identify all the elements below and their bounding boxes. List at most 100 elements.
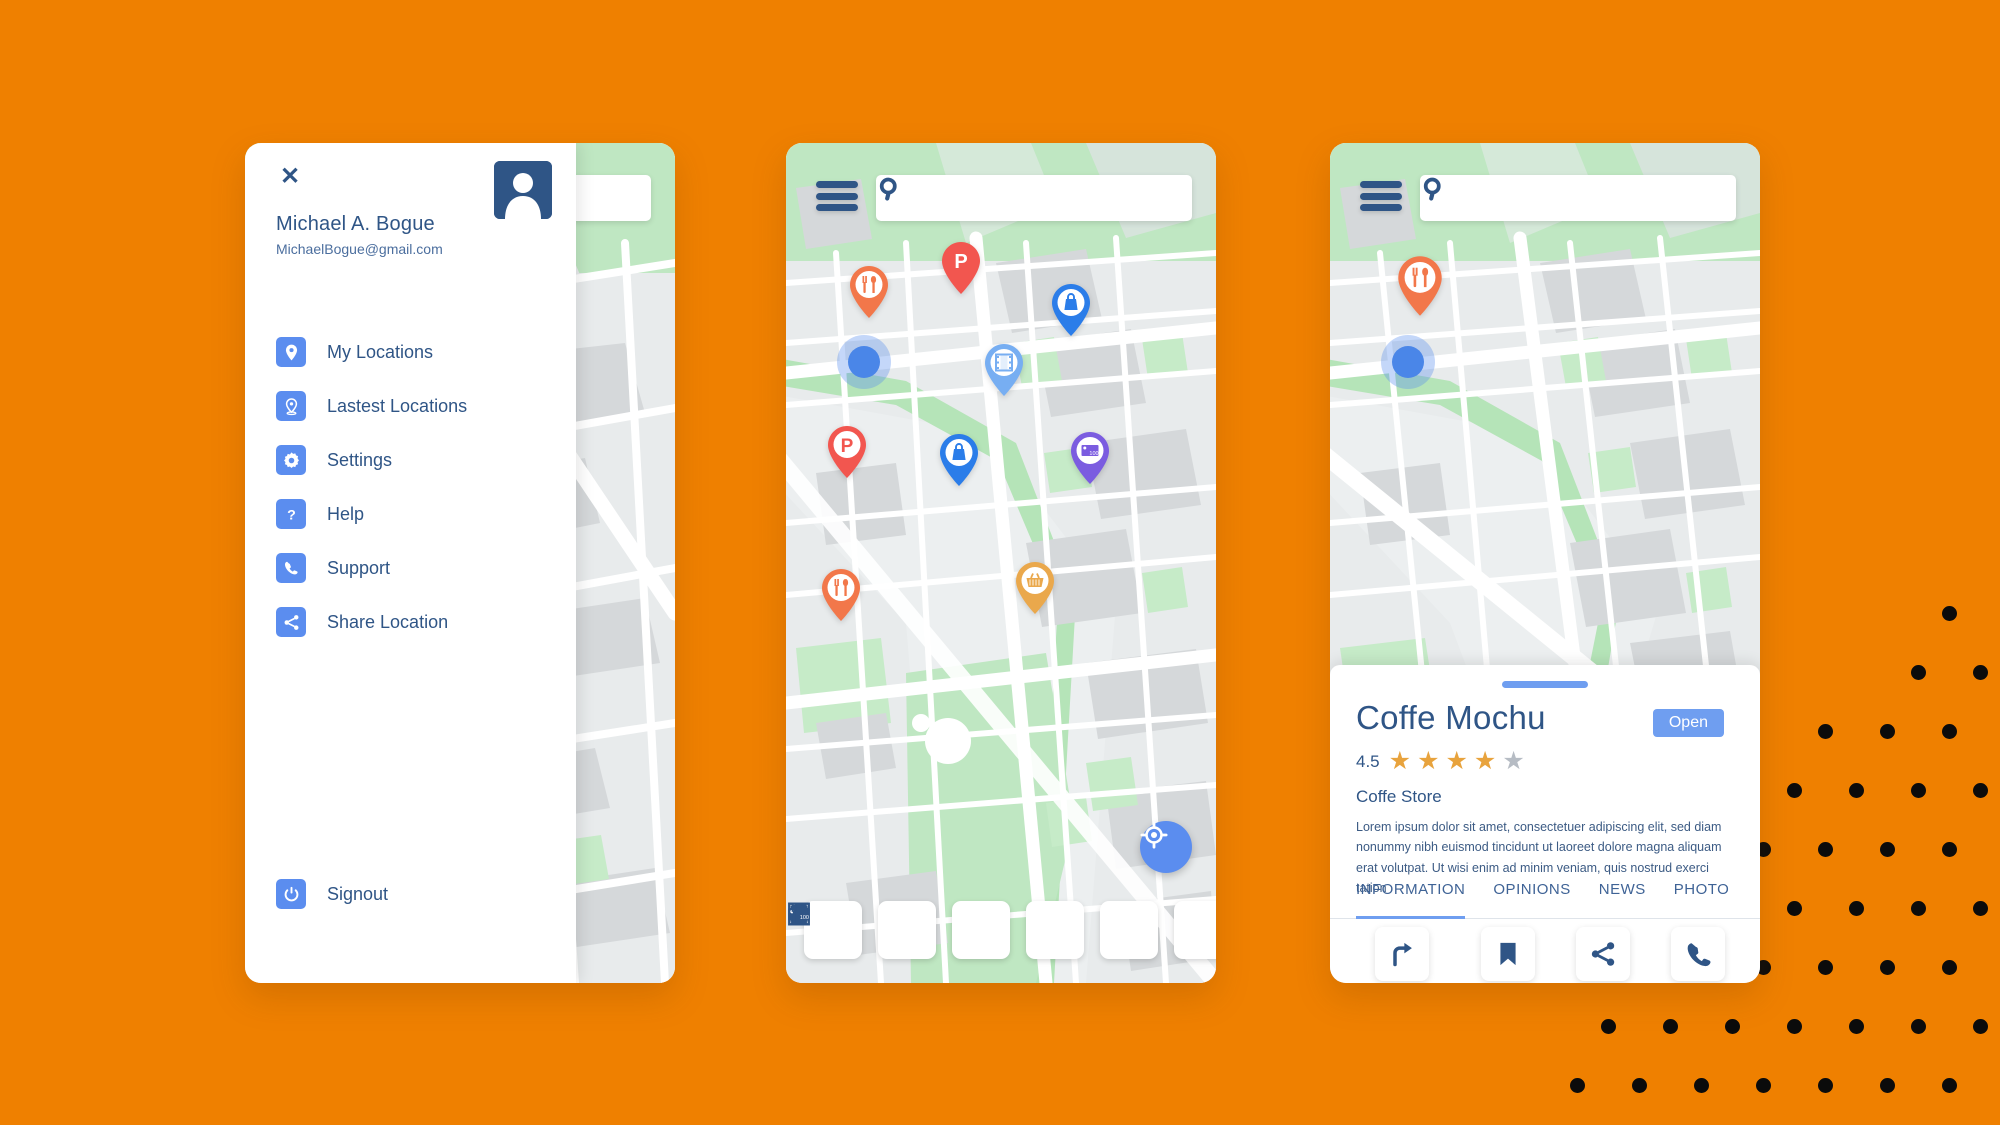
location-pin-icon — [276, 337, 306, 367]
category-button-parking[interactable]: P — [791, 901, 1084, 959]
sidebar-item-label: Help — [327, 503, 365, 524]
user-avatar-icon — [494, 161, 552, 219]
navigation-drawer: ✕ Michael A. Bogue MichaelBogue@gmail.co… — [245, 143, 576, 983]
page-title: Coffe Mochu — [1356, 699, 1546, 736]
category-button-more[interactable] — [791, 901, 1216, 959]
avatar[interactable] — [494, 161, 552, 219]
rating-row: 4.5 ★ ★ ★ ★ ★ — [1356, 749, 1525, 774]
decorative-dot — [1880, 960, 1895, 975]
decorative-dot — [1942, 724, 1957, 739]
map-canvas-2[interactable]: P P 100 100 — [786, 143, 1216, 983]
search-bar-3[interactable] — [1420, 175, 1736, 221]
decorative-dot — [1725, 1019, 1740, 1034]
decorative-dot — [1973, 665, 1988, 680]
sidebar-item-my-locations[interactable]: My Locations — [245, 325, 576, 379]
category-button-cinema[interactable] — [788, 901, 862, 959]
decorative-dot — [1973, 783, 1988, 798]
svg-text:?: ? — [287, 507, 296, 523]
decorative-dot — [1942, 1078, 1957, 1093]
partial-icon — [791, 903, 797, 925]
phone-icon — [276, 553, 306, 583]
tab-news[interactable]: NEWS — [1599, 875, 1646, 918]
decorative-dot — [1818, 724, 1833, 739]
sidebar-item-label: Settings — [327, 449, 393, 470]
sidebar-item-help[interactable]: ? Help — [245, 487, 576, 541]
decorative-dot — [1787, 1019, 1802, 1034]
decorative-dot — [1663, 1019, 1678, 1034]
share-icon — [276, 607, 306, 637]
decorative-dot — [1973, 901, 1988, 916]
svg-text:100: 100 — [1089, 451, 1098, 457]
decorative-dot — [1942, 842, 1957, 857]
map-header-3 — [1330, 143, 1760, 243]
svg-text:P: P — [841, 436, 854, 457]
sidebar-item-support[interactable]: Support — [245, 541, 576, 595]
search-input-3[interactable] — [1434, 175, 1682, 221]
recent-location-icon — [276, 391, 306, 421]
place-category: Coffe Store — [1356, 787, 1442, 806]
drag-handle[interactable] — [1502, 681, 1588, 688]
close-icon[interactable]: ✕ — [276, 163, 304, 191]
star-icon: ★ — [1502, 747, 1525, 775]
star-icon: ★ — [1473, 747, 1497, 775]
action-call[interactable]: CALL — [1671, 927, 1726, 983]
star-icon: ★ — [1388, 747, 1412, 775]
decorative-dot — [1601, 1019, 1616, 1034]
sidebar-item-label: Support — [327, 557, 391, 578]
decorative-dot — [1694, 1078, 1709, 1093]
decorative-dot — [1632, 1078, 1647, 1093]
tab-photo[interactable]: PHOTO — [1674, 875, 1730, 918]
sidebar-item-signout[interactable]: Signout — [245, 867, 576, 921]
search-bar-2[interactable] — [876, 175, 1192, 221]
decorative-dot — [1787, 901, 1802, 916]
phone-screen-map: P P 100 100 — [786, 143, 1216, 983]
decorative-dot — [1880, 1078, 1895, 1093]
current-location-dot — [837, 335, 891, 389]
sidebar-item-share-location[interactable]: Share Location — [245, 595, 576, 649]
decorative-dot — [1787, 783, 1802, 798]
detail-tabs: INFORMATION OPINIONS NEWS PHOTO — [1330, 875, 1760, 919]
tab-information[interactable]: INFORMATION — [1356, 875, 1466, 919]
search-input-2[interactable] — [890, 175, 1138, 221]
crosshair-locate-icon — [1140, 821, 1168, 849]
decorative-dot — [1880, 724, 1895, 739]
directions-arrow-icon — [1375, 927, 1430, 981]
svg-text:P: P — [954, 251, 967, 273]
bookmark-icon — [1481, 927, 1536, 981]
decorative-dot — [1942, 960, 1957, 975]
sidebar-item-lastest-locations[interactable]: Lastest Locations — [245, 379, 576, 433]
category-button-shopping[interactable] — [790, 901, 1010, 959]
search-icon[interactable] — [1420, 175, 1448, 203]
place-detail-card: Coffe Mochu Open 4.5 ★ ★ ★ ★ ★ Coffe Sto… — [1330, 665, 1760, 983]
decorative-dot — [1911, 901, 1926, 916]
action-share[interactable]: SHARE — [1576, 927, 1631, 983]
tab-opinions[interactable]: OPINIONS — [1493, 875, 1570, 918]
search-icon[interactable] — [876, 175, 904, 203]
decorative-dot — [1849, 1019, 1864, 1034]
sidebar-item-label: My Locations — [327, 341, 434, 362]
decorative-dot — [1756, 1078, 1771, 1093]
hamburger-menu-icon[interactable] — [816, 181, 858, 211]
decorative-dot — [1818, 1078, 1833, 1093]
phone-screen-menu: ✕ Michael A. Bogue MichaelBogue@gmail.co… — [245, 143, 675, 983]
question-mark-icon: ? — [276, 499, 306, 529]
category-button-restaurant[interactable] — [791, 901, 936, 959]
sidebar-item-label: Lastest Locations — [327, 395, 468, 416]
action-save[interactable]: SAVE — [1481, 927, 1536, 983]
decorative-dot — [1818, 842, 1833, 857]
locate-me-button[interactable] — [1140, 821, 1192, 873]
status-badge: Open — [1652, 709, 1724, 737]
category-button-money[interactable]: 100 — [788, 901, 1158, 959]
decorative-dot — [1911, 1019, 1926, 1034]
sidebar-item-settings[interactable]: Settings — [245, 433, 576, 487]
user-email: MichaelBogue@gmail.com — [276, 241, 443, 257]
decorative-dot — [1570, 1078, 1585, 1093]
drawer-menu-list: My Locations Lastest Locations Settings — [245, 325, 576, 649]
decorative-dot — [1942, 606, 1957, 621]
decorative-dot — [1849, 783, 1864, 798]
map-header-2 — [786, 143, 1216, 243]
decorative-dot — [1911, 783, 1926, 798]
action-indication[interactable]: INDICATION — [1365, 927, 1440, 983]
hamburger-menu-icon[interactable] — [1360, 181, 1402, 211]
phone-icon — [1671, 927, 1726, 981]
